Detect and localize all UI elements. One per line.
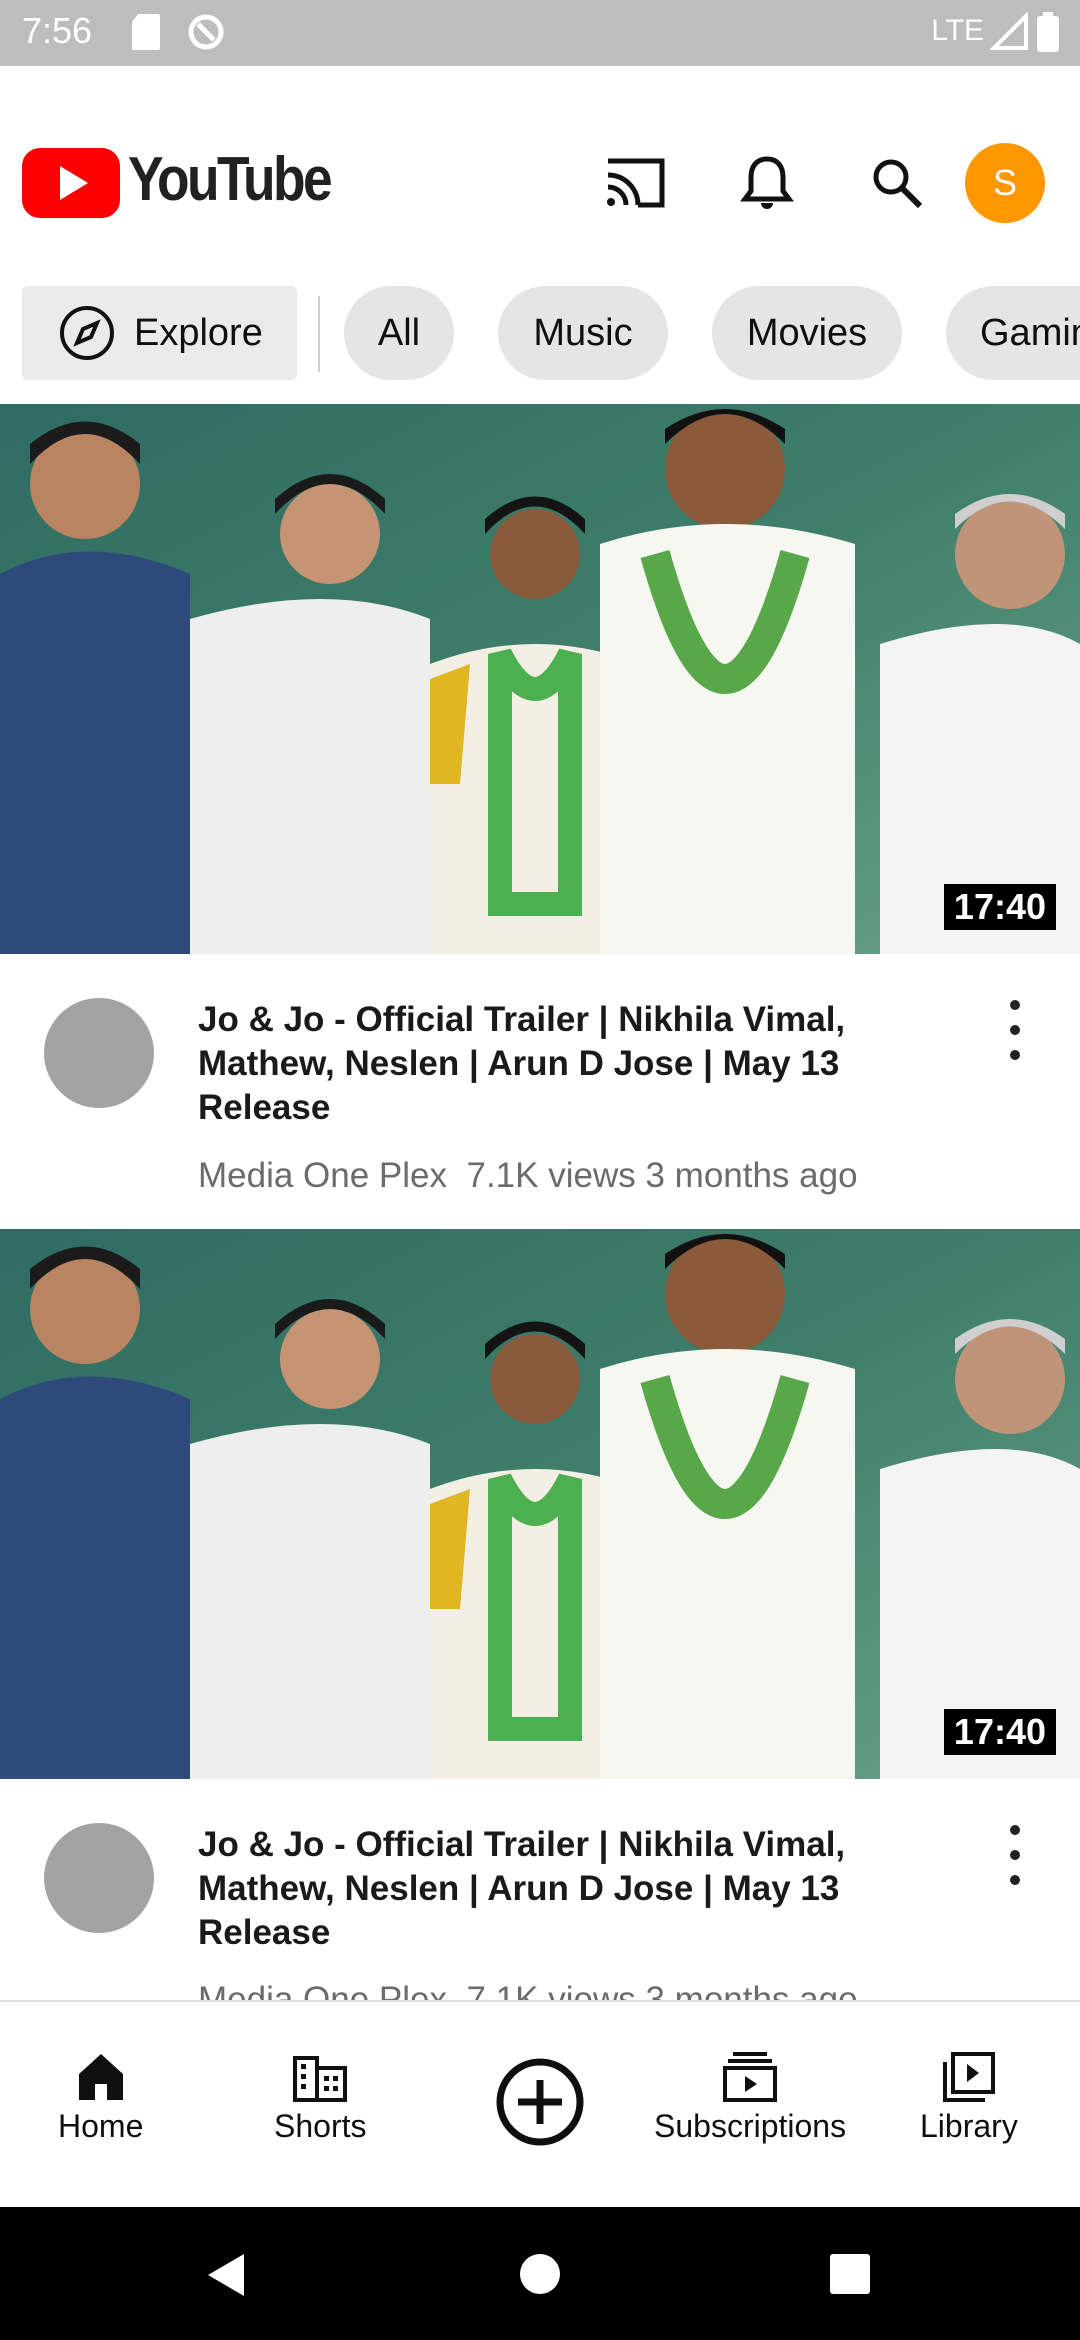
nav-shorts-label: Shorts — [274, 2108, 367, 2144]
video-duration: 17:40 — [943, 884, 1056, 930]
video-thumbnail[interactable]: 17:40 — [0, 1229, 1080, 1779]
nav-library[interactable]: Library — [920, 2050, 1018, 2145]
cast-icon — [607, 158, 665, 208]
more-options-icon[interactable] — [1000, 1000, 1030, 1060]
recents-icon[interactable] — [830, 2254, 870, 2299]
status-bar — [0, 0, 1080, 66]
upload-age: 3 months ago — [645, 1156, 858, 1195]
nav-subscriptions-label: Subscriptions — [654, 2108, 847, 2144]
battery-icon — [1036, 12, 1060, 59]
notifications-button[interactable] — [732, 148, 802, 218]
search-button[interactable] — [862, 148, 932, 218]
channel-avatar[interactable] — [44, 1823, 154, 1933]
youtube-logo-text[interactable]: YouTube — [128, 144, 333, 215]
nav-subscriptions[interactable]: Subscriptions — [654, 2050, 846, 2145]
youtube-logo-icon[interactable] — [22, 148, 120, 223]
library-icon — [942, 2052, 995, 2102]
status-time: 7:56 — [22, 10, 93, 51]
channel-name[interactable]: Media One Plex — [198, 1156, 447, 1195]
sd-card-icon — [130, 12, 162, 57]
chip-explore[interactable]: Explore — [22, 286, 297, 380]
back-icon[interactable] — [204, 2252, 248, 2303]
chip-divider — [318, 296, 320, 372]
video-title[interactable]: Jo & Jo - Official Trailer | Nikhila Vim… — [198, 1823, 918, 1955]
network-type: LTE — [931, 14, 984, 47]
account-avatar[interactable]: S — [965, 143, 1045, 223]
more-options-icon[interactable] — [1000, 1825, 1030, 1885]
home-icon — [78, 2054, 123, 2100]
nav-home-label: Home — [58, 2108, 144, 2144]
nav-shorts[interactable]: Shorts — [274, 2050, 366, 2145]
create-button[interactable] — [494, 2056, 586, 2148]
channel-avatar[interactable] — [44, 998, 154, 1108]
sync-icon — [186, 12, 226, 57]
video-thumbnail[interactable]: 17:40 — [0, 404, 1080, 954]
video-duration: 17:40 — [943, 1709, 1056, 1755]
chip-explore-label: Explore — [134, 311, 263, 354]
chip-gaming[interactable]: Gamin — [946, 286, 1080, 380]
view-count: 7.1K views — [466, 1156, 636, 1195]
signal-icon — [989, 11, 1030, 57]
search-icon — [873, 159, 923, 209]
chip-music[interactable]: Music — [498, 286, 668, 380]
nav-home[interactable]: Home — [58, 2050, 143, 2145]
compass-icon — [60, 306, 114, 360]
video-title[interactable]: Jo & Jo - Official Trailer | Nikhila Vim… — [198, 998, 918, 1130]
shorts-icon — [293, 2056, 348, 2102]
bell-icon — [740, 156, 794, 209]
home-circle-icon[interactable] — [519, 2253, 561, 2300]
video-metadata: Media One Plex 7.1K views 3 months ago — [198, 1156, 858, 1196]
nav-library-label: Library — [920, 2108, 1018, 2144]
chip-movies[interactable]: Movies — [712, 286, 902, 380]
add-circle-icon — [496, 2058, 584, 2146]
subscriptions-icon — [723, 2052, 778, 2102]
cast-button[interactable] — [600, 148, 670, 218]
chip-all[interactable]: All — [344, 286, 454, 380]
